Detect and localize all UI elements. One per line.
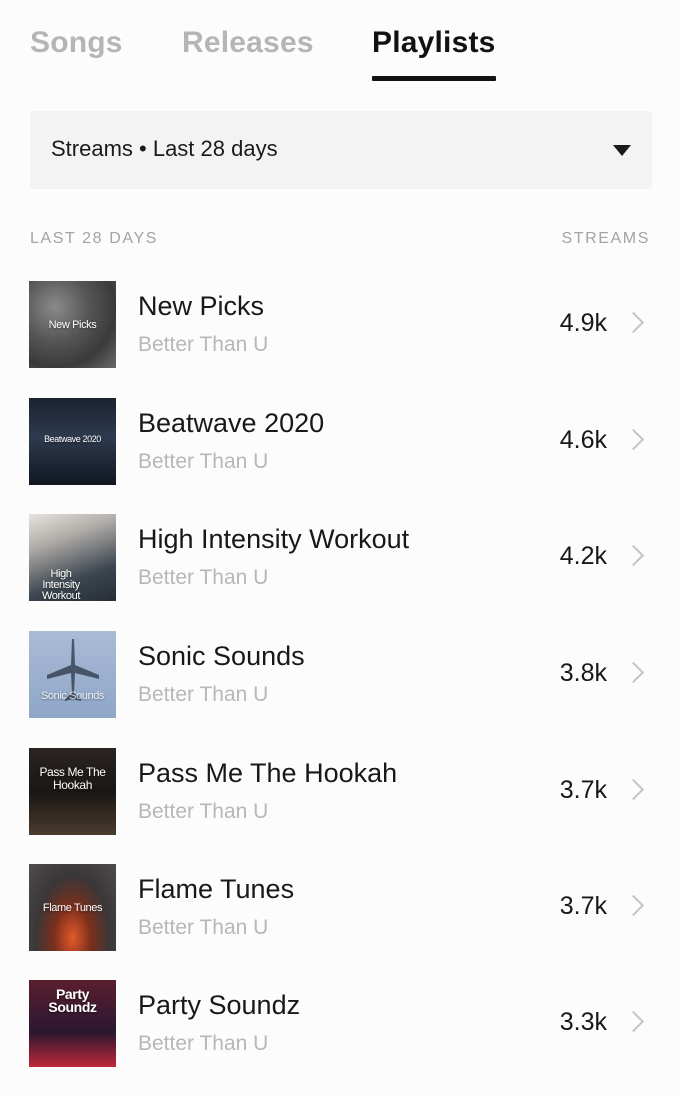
playlist-title: New Picks (138, 291, 265, 321)
stream-count: 3.7k (559, 892, 607, 920)
playlist-cover: Party Soundz (29, 980, 116, 1067)
period-column-header: LAST 28 DAYS (30, 230, 158, 247)
playlist-artist: Better Than U (138, 683, 269, 706)
playlist-row-pass-me-the-hookah[interactable]: Pass Me The Hookah Pass Me The Hookah Be… (0, 748, 680, 864)
cover-caption: Sonic Sounds (40, 690, 105, 702)
chevron-right-icon (622, 311, 645, 334)
playlist-row-party-soundz[interactable]: Party Soundz Party Soundz Better Than U … (0, 980, 680, 1096)
chevron-right-icon (622, 661, 645, 684)
stream-count: 3.3k (559, 1008, 607, 1036)
tab-bar: Songs Releases Playlists (0, 0, 680, 90)
playlist-cover: Flame Tunes (29, 864, 116, 951)
playlist-artist: Better Than U (138, 333, 269, 356)
playlist-artist: Better Than U (138, 566, 269, 589)
cover-caption: Pass Me The Hookah (39, 765, 106, 792)
playlist-title: Beatwave 2020 (138, 408, 325, 438)
playlist-cover: Pass Me The Hookah (29, 748, 116, 835)
playlist-artist: Better Than U (138, 916, 269, 939)
playlist-row-beatwave-2020[interactable]: Beatwave 2020 Beatwave 2020 Better Than … (0, 398, 680, 514)
playlist-title: High Intensity Workout (138, 524, 410, 554)
playlist-cover: Beatwave 2020 (29, 398, 116, 485)
playlist-artist: Better Than U (138, 1032, 269, 1055)
playlist-cover: Sonic Sounds (29, 631, 116, 718)
tab-songs[interactable]: Songs (30, 26, 123, 60)
chevron-right-icon (622, 894, 645, 917)
stream-count: 4.2k (559, 542, 607, 570)
chevron-right-icon (622, 1010, 645, 1033)
playlist-row-high-intensity-workout[interactable]: High Intensity Workout High Intensity Wo… (0, 514, 680, 630)
playlist-row-sonic-sounds[interactable]: Sonic Sounds Sonic Sounds Better Than U … (0, 631, 680, 747)
cover-caption: High Intensity Workout (42, 568, 80, 602)
playlist-cover: High Intensity Workout (29, 514, 116, 601)
stream-count: 3.8k (559, 659, 607, 687)
tab-releases[interactable]: Releases (182, 26, 314, 60)
airplane-icon (47, 639, 99, 701)
caret-down-icon (613, 145, 631, 156)
playlist-row-flame-tunes[interactable]: Flame Tunes Flame Tunes Better Than U 3.… (0, 864, 680, 980)
playlist-title: Sonic Sounds (138, 641, 305, 671)
cover-caption: Beatwave 2020 (44, 434, 101, 444)
playlist-cover: New Picks (29, 281, 116, 368)
stream-count: 4.9k (559, 309, 607, 337)
stream-count: 4.6k (559, 426, 607, 454)
playlist-title: Party Soundz (138, 990, 301, 1020)
tab-playlists[interactable]: Playlists (372, 26, 496, 60)
playlist-artist: Better Than U (138, 800, 269, 823)
chevron-right-icon (622, 778, 645, 801)
cover-caption: Party Soundz (48, 986, 97, 1015)
stream-count: 3.7k (559, 776, 607, 804)
active-tab-indicator (372, 76, 496, 81)
dropdown-label: Streams • Last 28 days (51, 136, 278, 161)
playlist-title: Pass Me The Hookah (138, 758, 398, 788)
playlist-row-new-picks[interactable]: New Picks New Picks Better Than U 4.9k (0, 281, 680, 397)
chevron-right-icon (622, 428, 645, 451)
cover-caption: New Picks (48, 319, 97, 331)
streams-column-header: STREAMS (561, 230, 650, 247)
cover-caption: Flame Tunes (42, 902, 103, 914)
metric-period-dropdown[interactable]: Streams • Last 28 days (30, 111, 652, 189)
playlist-artist: Better Than U (138, 450, 269, 473)
chevron-right-icon (622, 544, 645, 567)
playlist-title: Flame Tunes (138, 874, 295, 904)
